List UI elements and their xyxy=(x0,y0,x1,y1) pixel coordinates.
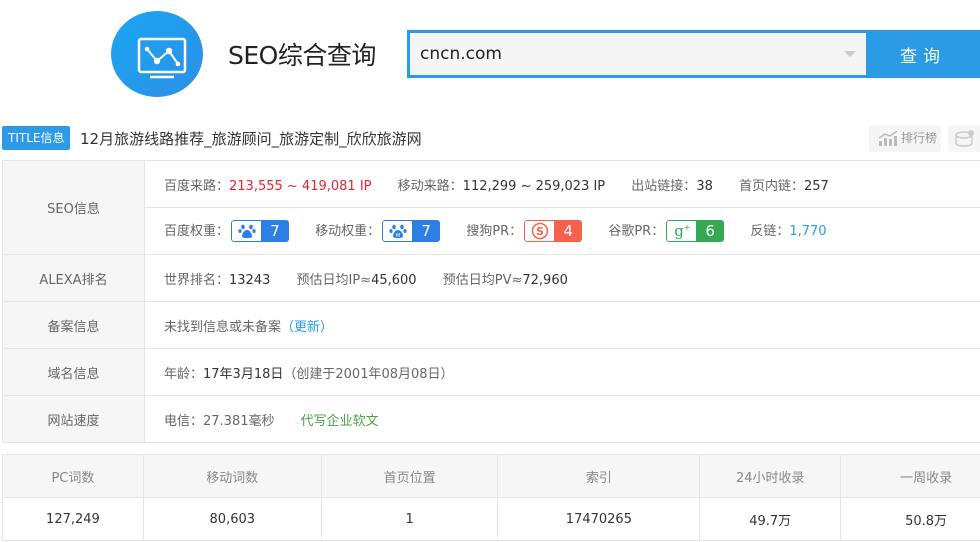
stats-value-row: 127,249 80,603 1 17470265 49.7万 50.8万 xyxy=(2,497,980,541)
world-rank-value: 13243 xyxy=(229,272,271,288)
baidu-paw-icon xyxy=(231,220,262,243)
google-pr: 谷歌PR： g + 6 xyxy=(608,220,725,243)
mobile-weight-badge[interactable]: M 7 xyxy=(382,220,441,243)
bar-chart-icon xyxy=(878,131,898,146)
alexa-label: ALEXA排名 xyxy=(2,254,145,302)
sogou-icon: S xyxy=(524,220,555,243)
baidu-weight-badge[interactable]: 7 xyxy=(231,220,290,243)
inbound-links-value: 257 xyxy=(804,178,829,194)
homepage-position-value: 1 xyxy=(320,497,499,541)
header-week-indexed: 一周收录 xyxy=(840,454,980,498)
search-box xyxy=(407,30,868,78)
baidu-traffic-value: 213,555 ~ 419,081 xyxy=(229,178,356,194)
seo-row: SEO信息 百度来路：213,555 ~ 419,081 IP 移动来路：112… xyxy=(2,160,980,255)
outbound-links: 出站链接：38 xyxy=(631,178,713,194)
svg-text:M: M xyxy=(396,233,400,239)
speed-row: 网站速度 电信：27.381毫秒 代写企业软文 xyxy=(2,395,980,443)
sogou-pr-value: 4 xyxy=(554,220,583,243)
domain-created: （创建于2001年08月08日） xyxy=(283,366,454,382)
site-title-text: 12月旅游线路推荐_旅游顾问_旅游定制_欣欣旅游网 xyxy=(80,130,422,148)
google-plus-icon: g + xyxy=(666,220,697,243)
domain-search-input[interactable] xyxy=(420,33,840,75)
baidu-weight: 百度权重： 7 xyxy=(164,220,290,243)
index-value[interactable]: 17470265 xyxy=(497,497,701,541)
baidu-weight-value: 7 xyxy=(261,220,290,243)
seo-info-table: SEO信息 百度来路：213,555 ~ 419,081 IP 移动来路：112… xyxy=(2,160,980,443)
outbound-links-value: 38 xyxy=(696,178,713,194)
icp-label: 备案信息 xyxy=(2,301,145,349)
database-icon xyxy=(955,130,974,147)
domain-age-value: 17年3月18日 xyxy=(203,366,284,382)
domain-row: 域名信息 年龄：17年3月18日（创建于2001年08月08日） xyxy=(2,348,980,396)
google-pr-value: 6 xyxy=(696,220,725,243)
stats-header-row: PC词数 移动词数 首页位置 索引 24小时收录 一周收录 xyxy=(2,454,980,498)
mobile-keywords-value[interactable]: 80,603 xyxy=(142,497,322,541)
search-button[interactable]: 查询 xyxy=(866,30,980,78)
monitor-chart-icon xyxy=(137,37,187,79)
ad-link[interactable]: 代写企业软文 xyxy=(301,414,379,429)
header-pc-keywords: PC词数 xyxy=(2,454,144,498)
header-index: 索引 xyxy=(497,454,701,498)
daily-ip: 预估日均IP≈45,600 xyxy=(296,272,417,288)
mobile-traffic: 移动来路：112,299 ~ 259,023 IP xyxy=(397,178,606,194)
inbound-links: 首页内链：257 xyxy=(739,178,829,194)
baidu-mobile-paw-icon: M xyxy=(382,220,413,243)
logo[interactable] xyxy=(111,11,203,97)
ranking-button-label: 排行榜 xyxy=(901,131,938,145)
telecom-speed: 电信：27.381毫秒 xyxy=(164,413,275,429)
baidu-traffic: 百度来路：213,555 ~ 419,081 IP xyxy=(164,178,372,194)
indexed-week-value[interactable]: 50.8万 xyxy=(840,497,980,541)
stats-table: PC词数 移动词数 首页位置 索引 24小时收录 一周收录 127,249 80… xyxy=(2,454,980,541)
daily-ip-value: 45,600 xyxy=(371,272,417,288)
header-24h-indexed: 24小时收录 xyxy=(699,454,842,498)
history-dropdown-icon[interactable] xyxy=(844,51,856,57)
sogou-pr-badge[interactable]: S 4 xyxy=(524,220,583,243)
header-mobile-keywords: 移动词数 xyxy=(142,454,322,498)
mobile-weight: 移动权重： M 7 xyxy=(315,220,441,243)
header-homepage-position: 首页位置 xyxy=(320,454,499,498)
icp-update-link[interactable]: （更新） xyxy=(281,320,333,335)
domain-label: 域名信息 xyxy=(2,348,145,396)
alexa-row: ALEXA排名 世界排名：13243 预估日均IP≈45,600 预估日均PV≈… xyxy=(2,254,980,302)
weight-row: 百度权重： 7 移动权重： M 7 搜狗PR： S 4 谷歌PR： g + 6 … xyxy=(3,207,980,255)
mobile-traffic-value: 112,299 ~ 259,023 IP xyxy=(462,178,606,194)
daily-pv: 预估日均PV≈72,960 xyxy=(442,272,568,288)
backlinks: 反链：1,770 xyxy=(750,223,827,239)
svg-text:+: + xyxy=(683,223,690,232)
icp-status: 未找到信息或未备案 xyxy=(164,319,282,335)
seo-label: SEO信息 xyxy=(2,160,145,255)
title-info-badge: TITLE信息 xyxy=(2,126,71,150)
daily-pv-value: 72,960 xyxy=(522,272,568,288)
mobile-weight-value: 7 xyxy=(412,220,441,243)
icp-row: 备案信息 未找到信息或未备案（更新） xyxy=(2,301,980,349)
sogou-pr: 搜狗PR： S 4 xyxy=(466,220,583,243)
page-title: SEO综合查询 xyxy=(228,41,376,70)
world-rank: 世界排名：13243 xyxy=(164,272,271,288)
backlinks-link[interactable]: 1,770 xyxy=(789,224,826,239)
indexed-24h-value[interactable]: 49.7万 xyxy=(699,497,842,541)
pc-keywords-value[interactable]: 127,249 xyxy=(2,497,144,541)
google-pr-badge[interactable]: g + 6 xyxy=(666,220,725,243)
database-button[interactable] xyxy=(948,125,980,152)
speed-label: 网站速度 xyxy=(2,395,145,443)
ranking-button[interactable]: 排行榜 xyxy=(869,125,941,152)
svg-text:S: S xyxy=(536,225,544,238)
